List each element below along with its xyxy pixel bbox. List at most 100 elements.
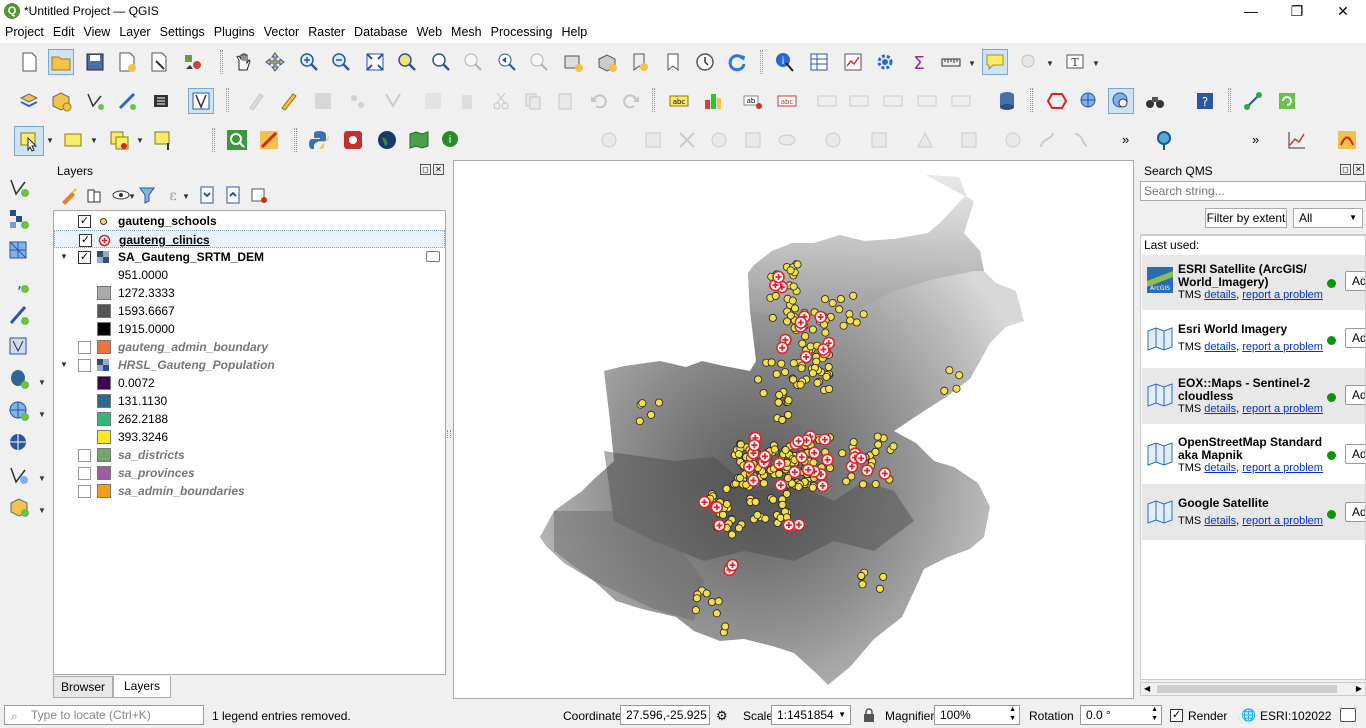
menu-vector[interactable]: Vector — [259, 22, 303, 39]
collapse-all-icon[interactable] — [220, 182, 246, 208]
menu-processing[interactable]: Processing — [486, 22, 557, 39]
layer-visibility-checkbox[interactable]: ✓ — [79, 234, 92, 247]
report-problem-link[interactable]: report a problem — [1242, 341, 1323, 353]
add-mesh-layer-icon[interactable] — [6, 238, 32, 264]
undo-icon[interactable] — [586, 88, 612, 114]
redo-icon[interactable] — [618, 88, 644, 114]
open-attribute-table-icon[interactable] — [806, 49, 832, 75]
chevron-down-icon[interactable]: ▼ — [182, 192, 190, 201]
details-link[interactable]: details — [1204, 462, 1236, 474]
filter-legend-icon[interactable] — [134, 182, 160, 208]
messages-icon[interactable] — [1340, 708, 1356, 722]
add-delimited-text-icon[interactable]: , — [6, 270, 32, 296]
magnifier-field[interactable]: 100% ▲ ▼ — [934, 705, 1020, 725]
statistics-sum-icon[interactable]: Σ — [906, 49, 932, 75]
toolbar-grip[interactable] — [1228, 88, 1231, 112]
zoom-to-layer-icon[interactable] — [428, 49, 454, 75]
add-geopackage-icon[interactable] — [6, 494, 32, 520]
add-button[interactable]: Add — [1345, 502, 1365, 522]
map-tips-icon[interactable] — [982, 49, 1008, 75]
chevron-down-icon[interactable]: ▼ — [38, 410, 46, 419]
toolbar-grip[interactable] — [652, 88, 655, 112]
layer-visibility-checkbox[interactable] — [78, 485, 91, 498]
chevron-down-icon[interactable]: ▼ — [38, 378, 46, 387]
report-problem-link[interactable]: report a problem — [1242, 515, 1323, 527]
toolbar-grip[interactable] — [220, 50, 223, 74]
binoculars-icon[interactable] — [1142, 88, 1168, 114]
report-problem-link[interactable]: report a problem — [1242, 289, 1323, 301]
map-fold-icon[interactable] — [406, 127, 432, 153]
layer-row-gauteng-schools[interactable]: ✓ gauteng_schools — [54, 212, 445, 230]
report-problem-link[interactable]: report a problem — [1242, 403, 1323, 415]
info-plugin-icon[interactable]: i — [438, 127, 464, 153]
qms-horizontal-scrollbar[interactable]: ◀ ▶ — [1140, 682, 1366, 696]
shape-digitize-icon[interactable] — [866, 127, 892, 153]
toolbar-grip[interactable] — [294, 128, 297, 152]
shape-digitize-icon[interactable] — [1000, 127, 1026, 153]
python-console-icon[interactable] — [306, 127, 332, 153]
plugin-tool-icon[interactable] — [256, 127, 282, 153]
qms-search-input[interactable] — [1140, 181, 1366, 201]
measure-line-icon[interactable] — [938, 49, 964, 75]
label-tool-icon[interactable] — [814, 88, 840, 114]
scale-field[interactable]: 1:1451854 ▼ — [771, 705, 851, 725]
add-virtual-layer-icon[interactable] — [6, 334, 32, 360]
menu-plugins[interactable]: Plugins — [209, 22, 259, 39]
new-print-layout-icon[interactable] — [114, 49, 140, 75]
label-pin-icon[interactable]: ab — [740, 88, 766, 114]
layer-visibility-checkbox[interactable] — [78, 467, 91, 480]
locator-input[interactable]: ⌕ Type to locate (Ctrl+K) — [4, 705, 204, 725]
menu-view[interactable]: View — [78, 22, 114, 39]
toggle-editing-icon[interactable] — [276, 88, 302, 114]
new-virtual-layer-icon[interactable] — [148, 88, 174, 114]
zoom-full-icon[interactable] — [362, 49, 388, 75]
zoom-out-icon[interactable] — [328, 49, 354, 75]
menu-raster[interactable]: Raster — [303, 22, 349, 39]
wms-globe-icon[interactable] — [1076, 88, 1102, 114]
add-vector-layer-icon[interactable] — [6, 174, 32, 200]
label-highlight-icon[interactable]: abc — [774, 88, 800, 114]
close-panel-icon[interactable]: ✕ — [1353, 164, 1364, 175]
new-bookmark-icon[interactable] — [626, 49, 652, 75]
chevron-down-icon[interactable]: ▼ — [1092, 59, 1100, 68]
coordinate-field[interactable]: 27.596,-25.925 — [620, 705, 710, 725]
menu-help[interactable]: Help — [556, 22, 591, 39]
db-manager-icon[interactable] — [994, 88, 1020, 114]
toolbar-grip[interactable] — [1030, 88, 1033, 112]
new-temporary-layer-icon[interactable] — [114, 88, 140, 114]
spinner-icon[interactable]: ▲ ▼ — [1009, 705, 1016, 723]
details-link[interactable]: details — [1204, 289, 1236, 301]
shape-digitize-icon[interactable] — [774, 127, 800, 153]
crs-globe-icon[interactable]: 🌐 — [1241, 708, 1256, 722]
shape-digitize-icon[interactable] — [640, 127, 666, 153]
profile-tool-icon[interactable] — [1284, 127, 1310, 153]
menu-web[interactable]: Web — [412, 22, 446, 39]
layer-row-gauteng-clinics[interactable]: ✓ gauteng_clinics — [54, 230, 445, 248]
add-spatialite-icon[interactable] — [6, 302, 32, 328]
field-calculator-icon[interactable] — [840, 49, 866, 75]
label-tool-icon[interactable] — [880, 88, 906, 114]
collapse-arrow-icon[interactable]: ▼ — [60, 360, 68, 369]
details-link[interactable]: details — [1204, 403, 1236, 415]
menu-layer[interactable]: Layer — [114, 22, 154, 39]
toolbar-grip[interactable] — [212, 128, 215, 152]
layer-visibility-checkbox[interactable] — [78, 449, 91, 462]
cut-features-icon[interactable] — [488, 88, 514, 114]
help-icon[interactable]: ? — [1192, 88, 1218, 114]
new-map-view-icon[interactable] — [560, 49, 586, 75]
float-panel-icon[interactable]: ◻ — [1340, 164, 1351, 175]
close-panel-icon[interactable]: ✕ — [433, 164, 444, 175]
network-tool-icon[interactable] — [1240, 88, 1266, 114]
splitter-handle[interactable] — [447, 430, 451, 438]
copy-features-icon[interactable] — [520, 88, 546, 114]
select-by-expression-icon[interactable] — [60, 127, 86, 153]
tab-layers[interactable]: Layers — [113, 676, 171, 698]
menu-edit[interactable]: Edit — [48, 22, 79, 39]
spinner-icon[interactable]: ▲ ▼ — [1151, 705, 1158, 723]
vertex-tool-disabled-icon[interactable] — [380, 88, 406, 114]
scroll-right-icon[interactable]: ▶ — [1356, 684, 1362, 693]
menu-mesh[interactable]: Mesh — [446, 22, 486, 39]
new-geopackage-layer-icon[interactable] — [48, 88, 74, 114]
qms-filter-select[interactable]: All ▼ — [1293, 208, 1363, 228]
add-wcs-layer-icon[interactable] — [6, 462, 32, 488]
